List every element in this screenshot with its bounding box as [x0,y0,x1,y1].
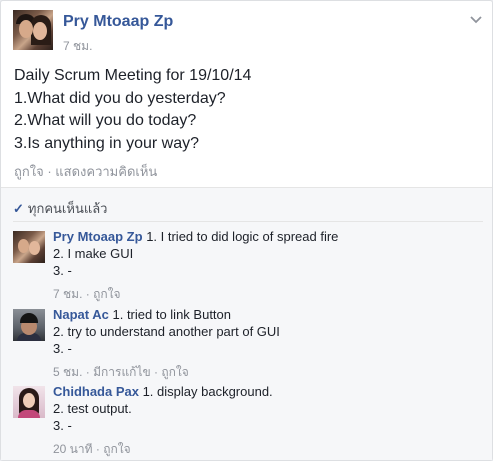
comment-line: 1. I tried to did logic of spread fire [142,229,339,244]
comment-meta: 7 ชม. · ถูกใจ [53,285,121,304]
commenter-name[interactable]: Pry Mtoaap Zp [53,229,143,244]
comment-line: 1. tried to link Button [108,307,231,322]
chevron-down-icon[interactable] [469,12,483,26]
comment-line: 1. display background. [138,384,273,399]
comment-like-link[interactable]: ถูกใจ [93,287,120,301]
post-line: 2.What will you do today? [14,112,197,129]
commenter-name[interactable]: Chidhada Pax [53,384,139,399]
comment-timestamp[interactable]: 20 นาที [53,442,93,456]
comment-like-link[interactable]: ถูกใจ [161,365,188,379]
comments-area: ✓ ทุกคนเห็นแล้ว Pry Mtoaap Zp 1. I tried … [1,188,492,460]
post-timestamp[interactable]: 7 ชม. [63,37,92,56]
comment-like-link[interactable]: ถูกใจ [103,442,130,456]
post-line: 3.Is anything in your way? [14,134,199,152]
comment-text: Pry Mtoaap Zp 1. I tried to did logic of… [53,228,338,279]
comment-timestamp[interactable]: 7 ชม. [53,287,82,301]
post-header: Pry Mtoaap Zp 7 ชม. [13,10,483,54]
separator: · [82,287,94,301]
seen-label: ทุกคนเห็นแล้ว [27,201,108,216]
commenter-avatar[interactable] [13,386,45,418]
comment-line: 3. - [53,341,72,356]
divider [13,221,483,222]
post-line: Daily Scrum Meeting for 19/10/14 [14,67,252,84]
comment-meta: 5 ชม. · มีการแก้ไข · ถูกใจ [53,363,189,382]
commenter-avatar[interactable] [13,231,45,263]
separator: · [150,365,162,379]
comment-line: 3. - [53,263,72,278]
check-icon: ✓ [13,201,24,216]
comment-link[interactable]: แสดงความคิดเห็น [55,164,157,179]
comment-line: 2. try to understand another part of GUI [53,324,280,339]
commenter-avatar[interactable] [13,309,45,341]
post-card: Pry Mtoaap Zp 7 ชม. Daily Scrum Meeting … [0,0,493,461]
post-actions: ถูกใจ · แสดงความคิดเห็น [14,161,157,182]
author-name[interactable]: Pry Mtoaap Zp [63,13,173,31]
separator: · [82,365,94,379]
separator: · [43,164,56,179]
seen-by-row: ✓ ทุกคนเห็นแล้ว [13,198,107,219]
post-line: 1.What did you do yesterday? [14,89,226,107]
comment-line: 3. - [53,418,72,433]
author-avatar[interactable] [13,10,53,50]
comment-text: Napat Ac 1. tried to link Button 2. try … [53,306,280,357]
comment-text: Chidhada Pax 1. display background. 2. t… [53,383,273,434]
comment-line: 2. test output. [53,401,132,416]
post-text: Daily Scrum Meeting for 19/10/14 1.What … [14,65,474,155]
commenter-name[interactable]: Napat Ac [53,307,109,322]
comment-line: 2. I make GUI [53,246,134,261]
comment-timestamp[interactable]: 5 ชม. [53,365,82,379]
edited-link[interactable]: มีการแก้ไข [93,365,151,379]
separator: · [92,442,104,456]
comment-meta: 20 นาที · ถูกใจ [53,440,131,459]
like-link[interactable]: ถูกใจ [14,164,44,179]
